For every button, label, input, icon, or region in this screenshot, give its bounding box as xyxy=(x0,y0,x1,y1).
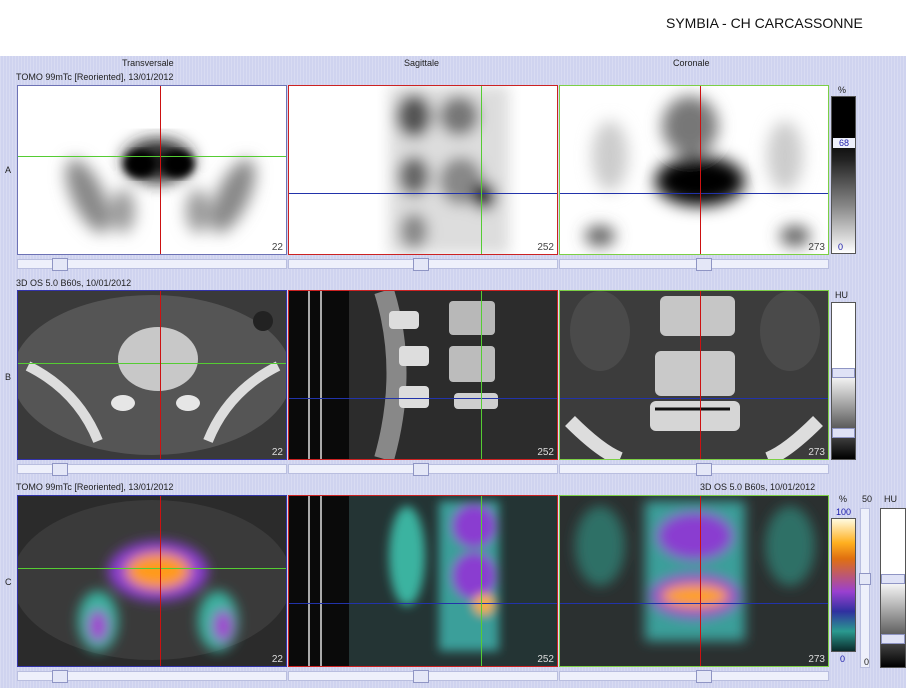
slider-thumb[interactable] xyxy=(413,463,429,476)
crosshair-horizontal xyxy=(289,398,557,399)
nm-coronal-image xyxy=(585,96,810,246)
crosshair-vertical xyxy=(700,86,701,254)
fusion-transversal-image xyxy=(18,500,286,660)
ct-transversal-image xyxy=(18,295,286,455)
crosshair-vertical xyxy=(481,291,482,459)
crosshair-horizontal xyxy=(289,603,557,604)
slider-thumb[interactable] xyxy=(696,670,712,683)
crosshair-horizontal xyxy=(18,156,286,157)
crosshair-vertical xyxy=(481,86,482,254)
colorbar-a-min: 0 xyxy=(838,242,844,252)
colorbar-a-value[interactable]: 68 xyxy=(833,138,855,148)
viewport-c-sagittal[interactable]: 252 xyxy=(288,495,558,667)
viewport-b-sagittal[interactable]: 252 xyxy=(288,290,558,460)
slider-thumb[interactable] xyxy=(696,463,712,476)
fusion-blend-value: 50 xyxy=(862,494,873,504)
viewport-b-coronal[interactable]: 273 xyxy=(559,290,829,460)
crosshair-horizontal xyxy=(18,568,286,569)
slice-number: 22 xyxy=(271,447,283,458)
ct-sagittal-image xyxy=(289,291,498,459)
crosshair-vertical xyxy=(481,496,482,666)
slice-slider-a-coronal[interactable] xyxy=(559,258,829,271)
slice-number: 252 xyxy=(537,447,554,458)
row-b-label: B xyxy=(5,372,12,382)
crosshair-vertical xyxy=(160,86,161,254)
crosshair-vertical xyxy=(160,291,161,459)
slice-slider-b-coronal[interactable] xyxy=(559,463,829,476)
crosshair-horizontal xyxy=(560,193,828,194)
nm-sagittal-image xyxy=(389,86,509,254)
row-a-label: A xyxy=(5,165,12,175)
colorbar-b-upper-handle[interactable] xyxy=(832,368,855,378)
colorbar-c-ct[interactable] xyxy=(880,508,906,668)
slice-number: 22 xyxy=(271,654,283,665)
colorbar-a[interactable] xyxy=(831,96,856,254)
slider-thumb[interactable] xyxy=(52,463,68,476)
slider-thumb[interactable] xyxy=(413,670,429,683)
slice-slider-c-sagittal[interactable] xyxy=(288,670,558,683)
slice-number: 273 xyxy=(808,242,825,253)
column-header-coronal: Coronale xyxy=(673,58,710,68)
colorbar-c-min: 0 xyxy=(840,654,846,664)
row-b-info: 3D OS 5.0 B60s, 10/01/2012 xyxy=(16,278,132,288)
slice-number: 22 xyxy=(271,242,283,253)
column-header-transversal: Transversale xyxy=(122,58,174,68)
row-c-info-right: 3D OS 5.0 B60s, 10/01/2012 xyxy=(700,482,816,492)
slice-slider-a-transversal[interactable] xyxy=(17,258,287,271)
colorbar-b-lower-handle[interactable] xyxy=(832,428,855,438)
row-a-info: TOMO 99mTc [Reoriented], 13/01/2012 xyxy=(16,72,174,82)
brand-label: SYMBIA - CH CARCASSONNE xyxy=(666,15,863,31)
slider-thumb[interactable] xyxy=(52,670,68,683)
crosshair-horizontal xyxy=(560,603,828,604)
colorbar-c-unit2: HU xyxy=(884,494,897,504)
colorbar-b-unit: HU xyxy=(835,290,848,300)
fusion-coronal-image xyxy=(575,501,815,641)
crosshair-vertical xyxy=(700,291,701,459)
fusion-blend-slider[interactable] xyxy=(859,508,871,668)
fusion-slider-bottom: 0 xyxy=(864,657,870,667)
slider-thumb[interactable] xyxy=(52,258,68,271)
viewport-c-transversal[interactable]: 22 xyxy=(17,495,287,667)
slice-number: 252 xyxy=(537,242,554,253)
viewport-a-coronal[interactable]: 273 xyxy=(559,85,829,255)
column-header-sagittal: Sagittale xyxy=(404,58,440,68)
colorbar-c[interactable] xyxy=(831,518,856,652)
slider-thumb[interactable] xyxy=(696,258,712,271)
slider-thumb[interactable] xyxy=(859,573,871,585)
title-bar: SYMBIA - CH CARCASSONNE xyxy=(0,0,906,56)
crosshair-horizontal xyxy=(18,363,286,364)
slice-number: 273 xyxy=(808,654,825,665)
ct-coronal-image xyxy=(565,291,823,459)
nm-transversal-image xyxy=(65,139,256,233)
slice-number: 273 xyxy=(808,447,825,458)
crosshair-vertical xyxy=(700,496,701,666)
slice-slider-c-coronal[interactable] xyxy=(559,670,829,683)
row-c-info: TOMO 99mTc [Reoriented], 13/01/2012 xyxy=(16,482,174,492)
row-c-label: C xyxy=(5,577,12,587)
slider-thumb[interactable] xyxy=(413,258,429,271)
colorbar-a-unit: % xyxy=(838,85,847,95)
viewport-b-transversal[interactable]: 22 xyxy=(17,290,287,460)
colorbar-c-unit: % xyxy=(839,494,848,504)
fusion-sagittal-image xyxy=(289,496,499,666)
slice-slider-b-sagittal[interactable] xyxy=(288,463,558,476)
viewport-a-transversal[interactable]: 22 xyxy=(17,85,287,255)
crosshair-horizontal xyxy=(289,193,557,194)
slice-number: 252 xyxy=(537,654,554,665)
crosshair-vertical xyxy=(160,496,161,666)
colorbar-c-lower-handle[interactable] xyxy=(881,634,905,644)
slice-slider-c-transversal[interactable] xyxy=(17,670,287,683)
colorbar-c-upper-handle[interactable] xyxy=(881,574,905,584)
crosshair-horizontal xyxy=(560,398,828,399)
slice-slider-b-transversal[interactable] xyxy=(17,463,287,476)
colorbar-c-max: 100 xyxy=(836,507,852,517)
slice-slider-a-sagittal[interactable] xyxy=(288,258,558,271)
viewport-a-sagittal[interactable]: 252 xyxy=(288,85,558,255)
viewport-c-coronal[interactable]: 273 xyxy=(559,495,829,667)
